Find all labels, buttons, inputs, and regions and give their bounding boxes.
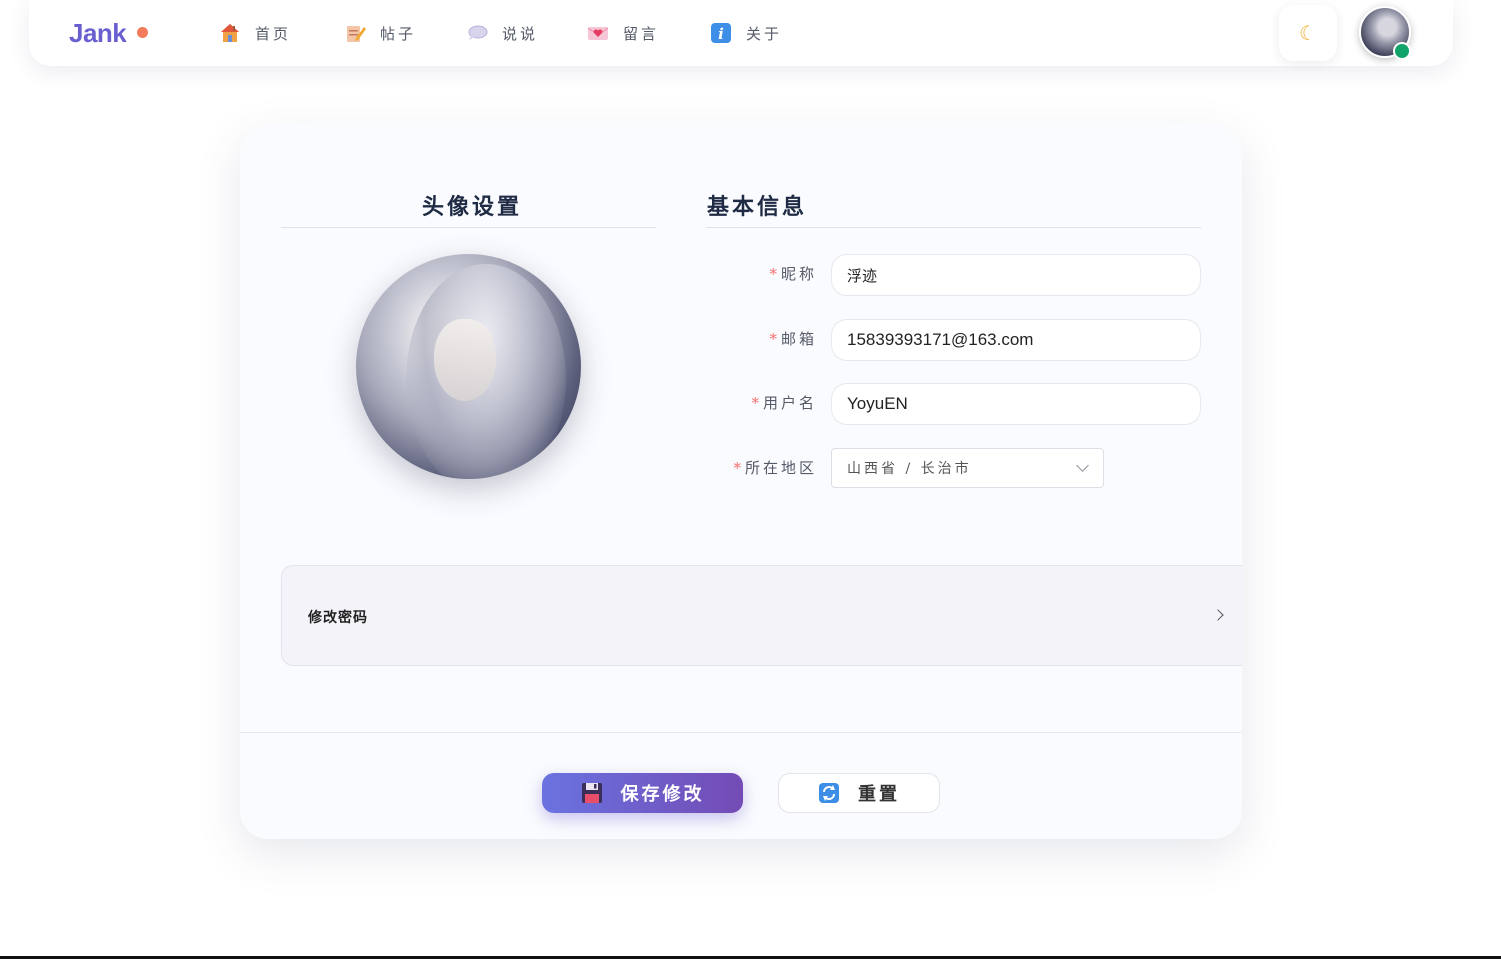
save-button[interactable]: 保存修改 [542, 773, 743, 813]
top-navbar: Jank 首页 帖子 说说 留言 i 关于 ☾ [29, 0, 1453, 66]
nav-label-messages: 留言 [623, 24, 660, 43]
region-row: * 所在地区 [240, 448, 817, 490]
region-select[interactable]: 山西省 / 长治市 [831, 448, 1104, 488]
avatar-section-title: 头像设置 [422, 194, 523, 220]
required-mark: * [733, 459, 741, 477]
email-input[interactable]: 15839393171@163.com [831, 319, 1201, 361]
profile-card: 头像设置 基本信息 * 昵称 浮迹 * 邮箱 15839393171@163.com… [240, 125, 1242, 839]
house-icon [219, 22, 241, 44]
nickname-label: * 昵称 [769, 265, 817, 283]
email-label: * 邮箱 [769, 330, 817, 348]
nav-item-moments[interactable]: 说说 [466, 20, 538, 46]
region-value: 山西省 / 长治市 [847, 461, 972, 477]
info-section-title: 基本信息 [707, 194, 808, 220]
required-mark: * [751, 394, 759, 412]
brand-status-dot [137, 27, 148, 38]
nav-item-home[interactable]: 首页 [219, 20, 291, 46]
username-label: * 用户名 [751, 394, 817, 412]
nav-label-about: 关于 [746, 24, 783, 43]
reset-button[interactable]: 重置 [778, 773, 940, 813]
save-button-label: 保存修改 [620, 784, 705, 805]
brand-logo[interactable]: Jank [69, 18, 127, 49]
region-label: * 所在地区 [733, 459, 817, 477]
change-password-title: 修改密码 [308, 610, 368, 626]
change-password-collapse[interactable]: 修改密码 [281, 565, 1242, 666]
email-row: * 邮箱 [240, 319, 817, 361]
required-mark: * [769, 330, 777, 348]
speech-bubble-icon [466, 22, 488, 44]
svg-text:i: i [718, 25, 724, 43]
required-mark: * [769, 265, 777, 283]
info-title-divider [706, 227, 1201, 228]
moon-icon: ☾ [1299, 21, 1317, 45]
theme-toggle-button[interactable]: ☾ [1279, 5, 1337, 61]
chevron-down-icon [1076, 459, 1089, 472]
refresh-icon [818, 782, 840, 804]
nav-item-messages[interactable]: 留言 [587, 20, 659, 46]
online-status-dot [1393, 42, 1411, 60]
memo-icon [344, 22, 366, 44]
reset-button-label: 重置 [858, 784, 900, 805]
nav-item-posts[interactable]: 帖子 [344, 20, 416, 46]
nav-label-moments: 说说 [502, 24, 539, 43]
username-row: * 用户名 [240, 383, 817, 425]
love-letter-icon [587, 22, 609, 44]
username-input[interactable]: YoyuEN [831, 383, 1201, 425]
nav-label-home: 首页 [255, 24, 292, 43]
chevron-right-icon [1212, 609, 1224, 621]
avatar-title-divider [281, 227, 656, 228]
nickname-input[interactable]: 浮迹 [831, 254, 1201, 296]
nav-item-about[interactable]: i 关于 [710, 20, 782, 46]
floppy-disk-icon [581, 782, 603, 804]
card-footer-divider [240, 732, 1242, 733]
info-icon: i [710, 22, 732, 44]
nav-label-posts: 帖子 [380, 24, 417, 43]
nickname-row: * 昵称 [240, 254, 817, 296]
